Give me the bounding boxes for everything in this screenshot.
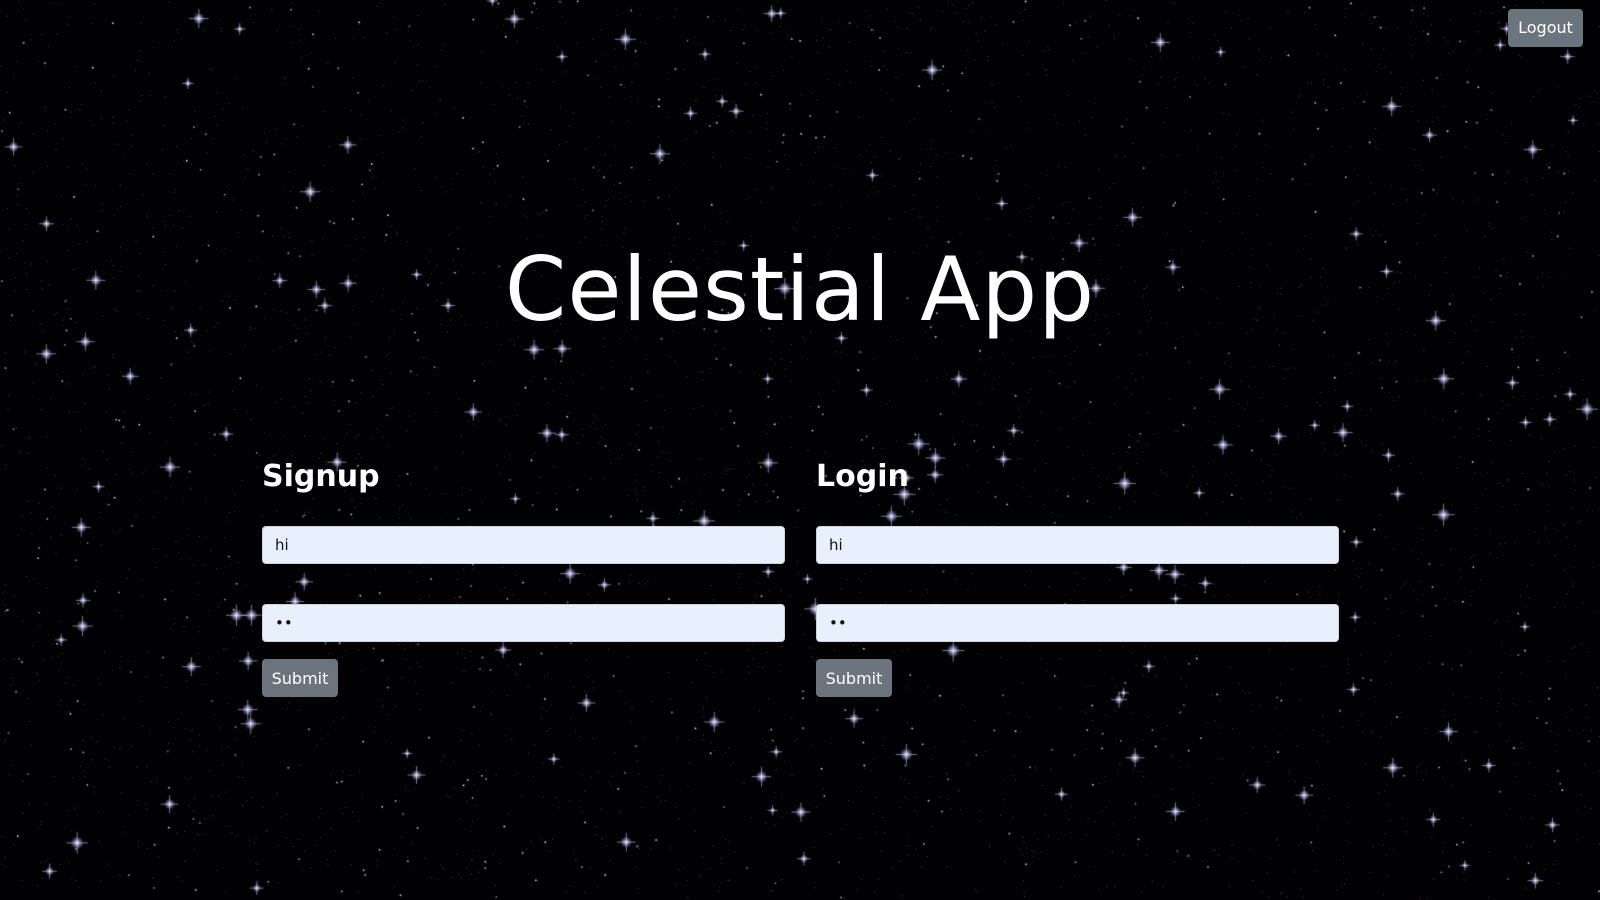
login-submit-button[interactable]: Submit <box>816 659 892 697</box>
logout-button[interactable]: Logout <box>1508 9 1583 47</box>
signup-heading: Signup <box>262 459 380 494</box>
signup-username-input[interactable] <box>262 526 785 564</box>
login-heading: Login <box>816 459 909 494</box>
signup-form: Signup Submit <box>262 456 785 697</box>
page-title: Celestial App <box>504 238 1096 341</box>
signup-password-input[interactable] <box>262 604 785 642</box>
login-password-input[interactable] <box>816 604 1339 642</box>
login-form: Login Submit <box>816 456 1339 697</box>
login-username-input[interactable] <box>816 526 1339 564</box>
signup-submit-button[interactable]: Submit <box>262 659 338 697</box>
starfield-background <box>0 0 1600 900</box>
page: Logout Celestial App Signup Submit Login… <box>0 0 1600 900</box>
